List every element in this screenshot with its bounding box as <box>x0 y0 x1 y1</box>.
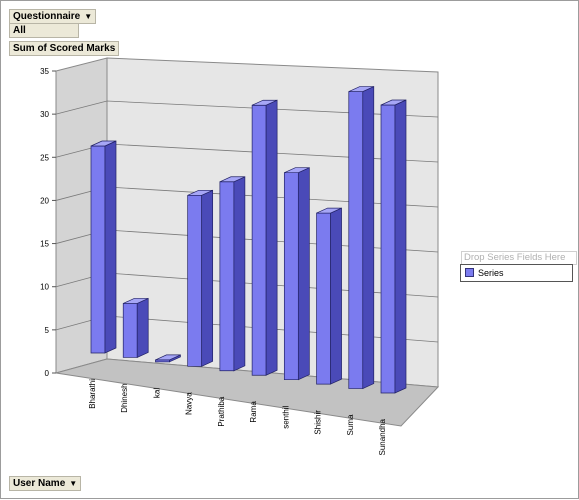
y-axis-ticks: 0 5 10 15 20 25 30 35 <box>40 67 56 378</box>
bar-front <box>251 104 267 376</box>
x-tick-label: senthil <box>281 405 290 428</box>
bar-front <box>122 303 138 358</box>
dropdown-arrow-icon[interactable]: ▼ <box>69 477 77 490</box>
x-tick-label: kal <box>152 388 161 398</box>
bar-side <box>394 99 407 394</box>
bar-front <box>348 91 364 389</box>
bar-front <box>283 172 299 381</box>
bar-side <box>362 86 375 390</box>
questionnaire-filter-button[interactable]: Questionnaire ▼ <box>9 9 97 24</box>
x-tick-label: Navya <box>185 392 194 415</box>
category-field-label: User Name <box>13 478 66 489</box>
bar-front <box>187 194 203 367</box>
x-tick-label: Sunandha <box>378 418 387 455</box>
bar-side <box>330 207 342 385</box>
y-tick-label: 5 <box>45 326 50 335</box>
bar-front <box>380 104 396 394</box>
bar-front <box>316 212 331 385</box>
filter-value: All <box>9 23 79 38</box>
series-drop-zone[interactable]: Drop Series Fields Here <box>461 251 577 265</box>
y-tick-label: 35 <box>40 67 49 76</box>
bar-front <box>90 145 106 354</box>
data-field-label: Sum of Scored Marks <box>13 43 116 54</box>
y-tick-label: 0 <box>45 369 50 378</box>
y-tick-label: 10 <box>40 283 49 292</box>
y-tick-label: 25 <box>40 153 49 162</box>
x-tick-label: Shishir <box>314 410 323 435</box>
y-tick-label: 15 <box>40 240 49 249</box>
user-name-field-button[interactable]: User Name ▼ <box>9 476 82 491</box>
x-tick-label: Bharathi <box>88 379 97 409</box>
legend: Series <box>460 264 573 282</box>
bar-side <box>233 176 246 372</box>
pivot-chart-frame: 0 5 10 15 20 25 30 35 Bharathi Dhinesh kal Navya Pr… <box>0 0 579 499</box>
bar-side <box>297 167 310 381</box>
bar-side <box>136 297 149 358</box>
x-tick-label: Suma <box>346 414 355 435</box>
y-tick-label: 30 <box>40 110 49 119</box>
legend-label: Series <box>478 268 504 278</box>
bar-side <box>104 140 117 354</box>
y-tick-label: 20 <box>40 196 49 205</box>
bar-front <box>219 181 235 372</box>
data-field-button[interactable]: Sum of Scored Marks <box>9 41 120 56</box>
x-tick-label: Dhinesh <box>120 383 129 412</box>
x-tick-label: Prathiba <box>217 396 226 426</box>
dropdown-arrow-icon[interactable]: ▼ <box>84 10 92 23</box>
bar-side <box>265 99 278 376</box>
legend-swatch <box>465 268 474 277</box>
filter-field-label: Questionnaire <box>13 11 81 22</box>
bar-side <box>201 189 214 367</box>
x-tick-label: Rama <box>249 401 258 423</box>
